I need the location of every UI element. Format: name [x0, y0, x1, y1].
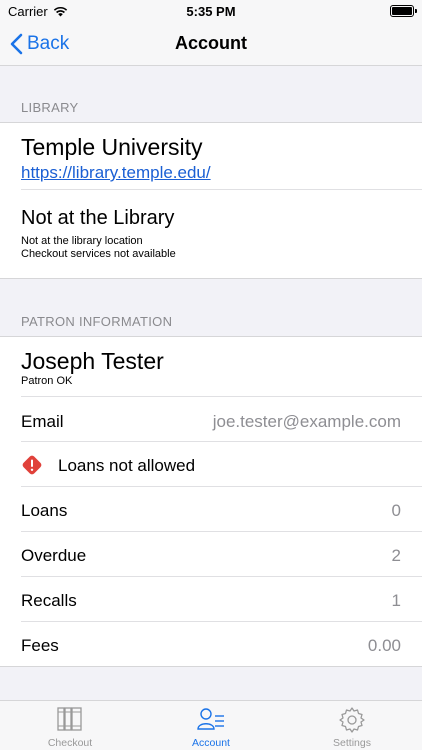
- divider: [21, 441, 422, 442]
- email-label: Email: [21, 412, 64, 431]
- fees-label: Fees: [21, 636, 59, 655]
- tab-account[interactable]: Account: [141, 701, 281, 750]
- library-name: Temple University: [21, 134, 203, 160]
- loans-value: 0: [391, 501, 401, 520]
- patron-status: Patron OK: [21, 375, 73, 387]
- location-detail-2: Checkout services not available: [21, 248, 176, 260]
- divider: [21, 621, 422, 622]
- tab-settings-label: Settings: [333, 737, 371, 749]
- recalls-label: Recalls: [21, 591, 77, 610]
- tab-checkout-label: Checkout: [47, 737, 93, 749]
- location-detail-1: Not at the library location: [21, 235, 143, 247]
- tab-account-label: Account: [192, 737, 230, 749]
- user-list-icon: [197, 708, 224, 730]
- status-time: 5:35 PM: [186, 4, 236, 19]
- overdue-label: Overdue: [21, 546, 87, 565]
- divider: [21, 531, 422, 532]
- tab-bar: Checkout Account Settings: [0, 700, 422, 750]
- divider: [21, 576, 422, 577]
- battery-icon: [390, 5, 417, 17]
- tab-settings[interactable]: Settings: [282, 701, 422, 750]
- library-url-link[interactable]: https://library.temple.edu/: [21, 163, 211, 183]
- patron-name: Joseph Tester: [21, 348, 164, 374]
- loans-warning-label: Loans not allowed: [58, 456, 196, 475]
- divider: [21, 189, 422, 190]
- library-group: Temple University https://library.temple…: [0, 122, 422, 279]
- status-bar: Carrier 5:35 PM: [0, 0, 422, 22]
- gear-icon: [339, 707, 365, 733]
- books-icon: [57, 707, 82, 731]
- library-section-header: LIBRARY: [21, 100, 79, 115]
- tab-checkout[interactable]: Checkout: [0, 701, 140, 750]
- patron-group: Joseph Tester Patron OK Email joe.tester…: [0, 336, 422, 667]
- navigation-bar: Back Account: [0, 22, 422, 66]
- overdue-value: 2: [391, 546, 401, 565]
- loans-label: Loans: [21, 501, 68, 520]
- divider: [21, 396, 422, 397]
- divider: [21, 486, 422, 487]
- recalls-value: 1: [391, 591, 401, 610]
- email-value: joe.tester@example.com: [212, 412, 401, 431]
- location-status: Not at the Library: [21, 207, 175, 229]
- warning-icon: [22, 455, 42, 475]
- page-title: Account: [175, 33, 247, 53]
- fees-value: 0.00: [367, 636, 401, 655]
- patron-section-header: PATRON INFORMATION: [21, 314, 173, 329]
